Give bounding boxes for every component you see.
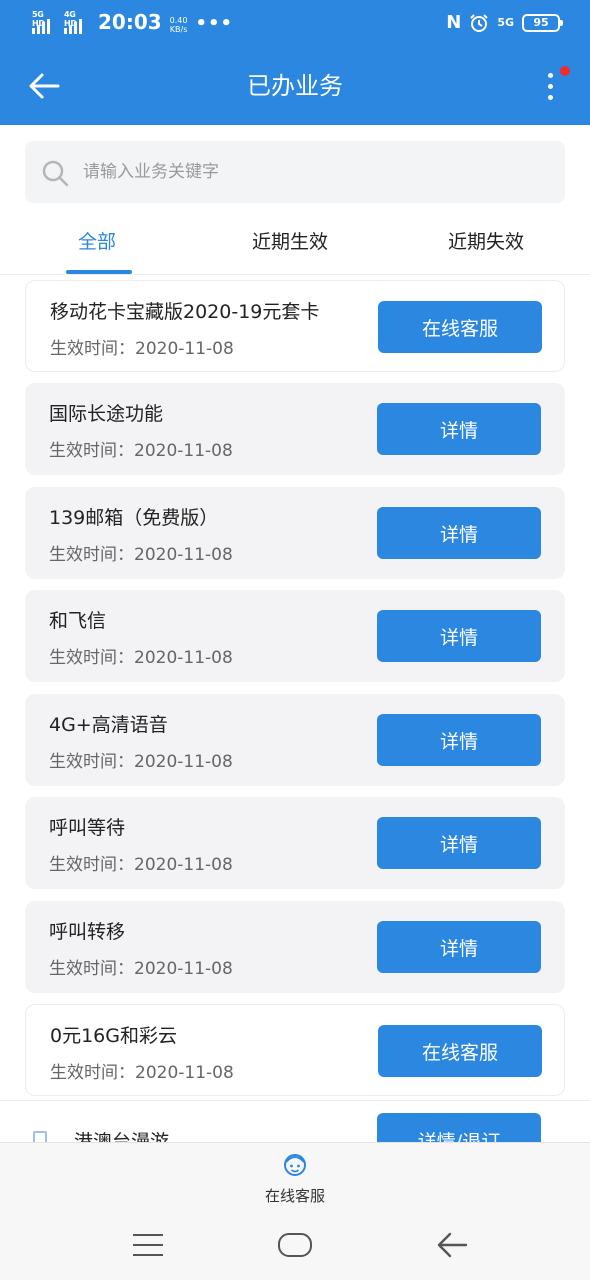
search-input[interactable] bbox=[83, 141, 543, 203]
list-item: 0元16G和彩云 生效时间：2020-11-08 在线客服 bbox=[25, 1004, 565, 1096]
customer-service-icon bbox=[284, 1154, 306, 1176]
list-item: 139邮箱（免费版） 生效时间：2020-11-08 详情 bbox=[25, 487, 565, 579]
network-type-icon: 5G bbox=[497, 16, 514, 29]
item-date: 生效时间：2020-11-08 bbox=[49, 648, 233, 668]
sim2-signal-icon: 4G HD bbox=[64, 10, 90, 34]
item-date: 生效时间：2020-11-08 bbox=[49, 545, 233, 565]
active-tab-indicator bbox=[66, 270, 132, 274]
clock: 20:03 bbox=[98, 10, 162, 34]
more-notifications-icon: ••• bbox=[195, 13, 233, 34]
page-title: 已办业务 bbox=[247, 72, 343, 100]
details-button[interactable]: 详情 bbox=[377, 507, 541, 559]
home-icon[interactable] bbox=[278, 1233, 312, 1257]
item-name: 港澳台漫游 bbox=[74, 1131, 170, 1142]
details-unsubscribe-button[interactable]: 详情/退订 bbox=[377, 1113, 541, 1142]
online-service-label: 在线客服 bbox=[264, 1187, 325, 1205]
details-button[interactable]: 详情 bbox=[377, 817, 541, 869]
network-speed: 0.40 KB/s bbox=[170, 16, 188, 34]
recent-apps-icon[interactable] bbox=[133, 1234, 163, 1256]
sim1-signal-icon: 5G HD bbox=[32, 10, 58, 34]
speed-value: 0.40 bbox=[169, 16, 188, 25]
list-item: 呼叫等待 生效时间：2020-11-08 详情 bbox=[25, 797, 565, 889]
tab-bar: 全部 近期生效 近期失效 bbox=[0, 215, 590, 275]
list-item: 呼叫转移 生效时间：2020-11-08 详情 bbox=[25, 901, 565, 993]
list-item: 4G+高清语音 生效时间：2020-11-08 详情 bbox=[25, 694, 565, 786]
system-navigation-bar bbox=[0, 1212, 590, 1280]
item-date: 生效时间：2020-11-08 bbox=[49, 752, 233, 772]
battery-icon: 95 bbox=[522, 13, 563, 32]
nfc-icon: N bbox=[446, 12, 462, 33]
app-header: 5G HD 4G HD 20:03 0.40 KB/s ••• N 5G 95 bbox=[0, 0, 590, 125]
speed-unit: KB/s bbox=[169, 25, 188, 34]
details-button[interactable]: 详情 bbox=[377, 610, 541, 662]
item-name: 0元16G和彩云 bbox=[50, 1025, 177, 1047]
details-button[interactable]: 详情 bbox=[377, 921, 541, 973]
alarm-icon bbox=[470, 13, 489, 32]
search-icon bbox=[42, 160, 69, 187]
item-name: 139邮箱（免费版） bbox=[49, 507, 219, 529]
details-button[interactable]: 详情 bbox=[377, 714, 541, 766]
list-item-partial: 港澳台漫游 详情/退订 bbox=[0, 1100, 590, 1142]
roaming-icon bbox=[33, 1131, 47, 1142]
tab-recently-effective[interactable]: 近期生效 bbox=[252, 227, 328, 254]
online-service-button[interactable]: 在线客服 bbox=[378, 301, 542, 353]
list-item: 移动花卡宝藏版2020-19元套卡 生效时间：2020-11-08 在线客服 bbox=[25, 280, 565, 372]
online-service-button[interactable]: 在线客服 bbox=[378, 1025, 542, 1077]
list-item: 国际长途功能 生效时间：2020-11-08 详情 bbox=[25, 383, 565, 475]
list-item: 和飞信 生效时间：2020-11-08 详情 bbox=[25, 590, 565, 682]
online-service-bar[interactable]: 在线客服 bbox=[0, 1142, 590, 1212]
item-date: 生效时间：2020-11-08 bbox=[50, 1063, 234, 1083]
item-date: 生效时间：2020-11-08 bbox=[49, 855, 233, 875]
battery-level: 95 bbox=[533, 16, 549, 29]
item-date: 生效时间：2020-11-08 bbox=[49, 441, 233, 461]
details-button[interactable]: 详情 bbox=[377, 403, 541, 455]
item-name: 4G+高清语音 bbox=[49, 714, 168, 736]
tab-all[interactable]: 全部 bbox=[78, 227, 116, 254]
item-name: 国际长途功能 bbox=[49, 403, 164, 425]
item-date: 生效时间：2020-11-08 bbox=[50, 339, 234, 359]
item-name: 呼叫转移 bbox=[49, 921, 126, 943]
item-name: 移动花卡宝藏版2020-19元套卡 bbox=[50, 301, 320, 323]
system-back-icon[interactable] bbox=[436, 1230, 468, 1260]
tab-recently-expired[interactable]: 近期失效 bbox=[448, 227, 524, 254]
item-date: 生效时间：2020-11-08 bbox=[49, 959, 233, 979]
status-bar: 5G HD 4G HD 20:03 0.40 KB/s ••• N 5G 95 bbox=[0, 0, 590, 46]
item-name: 呼叫等待 bbox=[49, 817, 126, 839]
search-box[interactable] bbox=[25, 141, 565, 203]
item-name: 和飞信 bbox=[49, 610, 107, 632]
more-options-icon[interactable] bbox=[540, 70, 564, 104]
notification-dot bbox=[560, 66, 570, 76]
